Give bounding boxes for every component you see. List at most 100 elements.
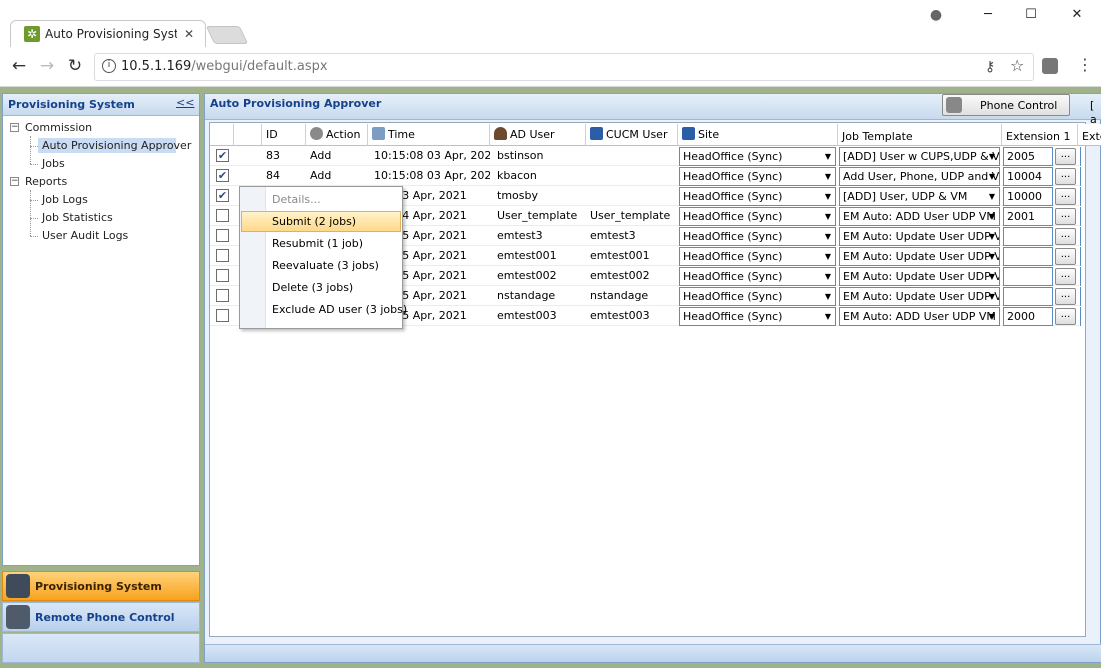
- tree-collapse-icon[interactable]: −: [10, 123, 19, 132]
- col-header-action[interactable]: Action: [306, 124, 368, 146]
- row-checkbox[interactable]: [216, 249, 229, 262]
- extension-2-input-edge[interactable]: [1080, 267, 1083, 286]
- extension-input[interactable]: 10004: [1003, 167, 1053, 186]
- menu-item-reevaluate[interactable]: Reevaluate (3 jobs): [272, 257, 379, 275]
- tree-node-commission[interactable]: Commission: [25, 120, 92, 136]
- job-template-select[interactable]: EM Auto: Update User UDP VM ▼: [839, 287, 1000, 306]
- extension-2-input-edge[interactable]: [1080, 187, 1083, 206]
- site-select[interactable]: HeadOffice (Sync) ▼: [679, 207, 836, 226]
- job-template-select[interactable]: [ADD] User, UDP & VM ▼: [839, 187, 1000, 206]
- job-template-select[interactable]: EM Auto: Update User UDP VM ▼: [839, 247, 1000, 266]
- job-template-select[interactable]: Add User, Phone, UDP and VM ▼: [839, 167, 1000, 186]
- extension-browse-button[interactable]: ...: [1055, 148, 1076, 165]
- col-header-ad-user[interactable]: AD User: [490, 124, 586, 146]
- menu-dots-icon[interactable]: ⋮: [1077, 55, 1093, 75]
- col-header-extension-1[interactable]: Extension 1: [1002, 124, 1078, 146]
- row-checkbox[interactable]: [216, 229, 229, 242]
- close-window-button[interactable]: ✕: [1067, 6, 1087, 24]
- key-icon[interactable]: ⚷: [985, 58, 995, 76]
- job-template-select[interactable]: EM Auto: Update User UDP VM ▼: [839, 227, 1000, 246]
- tree-node-reports[interactable]: Reports: [25, 174, 67, 190]
- collapse-panel-link[interactable]: <<: [176, 96, 194, 110]
- extension-browse-button[interactable]: ...: [1055, 248, 1076, 265]
- site-select[interactable]: HeadOffice (Sync) ▼: [679, 187, 836, 206]
- row-checkbox[interactable]: ✔: [216, 189, 229, 202]
- extension-icon[interactable]: [1042, 58, 1058, 74]
- col-header-cucm-user[interactable]: CUCM User: [586, 124, 678, 146]
- cell-cucm-user: User_template: [590, 209, 671, 222]
- row-checkbox[interactable]: [216, 309, 229, 322]
- site-select[interactable]: HeadOffice (Sync) ▼: [679, 247, 836, 266]
- extension-input[interactable]: 2001: [1003, 207, 1053, 226]
- extension-input[interactable]: 2000: [1003, 307, 1053, 326]
- dropdown-arrow-icon: ▼: [824, 252, 831, 261]
- extension-input[interactable]: [1003, 247, 1053, 266]
- tree-item-job-logs[interactable]: Job Logs: [42, 192, 88, 208]
- extension-2-input-edge[interactable]: [1080, 227, 1083, 246]
- menu-item-submit[interactable]: Submit (2 jobs): [272, 213, 356, 231]
- extension-input[interactable]: [1003, 227, 1053, 246]
- job-template-value: EM Auto: ADD User UDP VM: [843, 210, 996, 223]
- site-select[interactable]: HeadOffice (Sync) ▼: [679, 167, 836, 186]
- row-checkbox[interactable]: [216, 289, 229, 302]
- extension-2-input-edge[interactable]: [1080, 147, 1083, 166]
- tree-item-auto-provisioning-approver[interactable]: Auto Provisioning Approver: [42, 138, 191, 154]
- row-checkbox[interactable]: [216, 209, 229, 222]
- site-select[interactable]: HeadOffice (Sync) ▼: [679, 267, 836, 286]
- row-checkbox[interactable]: ✔: [216, 169, 229, 182]
- maximize-button[interactable]: ☐: [1021, 6, 1041, 24]
- row-checkbox[interactable]: [216, 269, 229, 282]
- job-template-select[interactable]: EM Auto: ADD User UDP VM ▼: [839, 307, 1000, 326]
- col-header-id[interactable]: ID: [262, 124, 306, 146]
- url-text[interactable]: 10.5.1.169/webgui/default.aspx: [121, 57, 328, 77]
- tree-item-job-statistics[interactable]: Job Statistics: [42, 210, 113, 226]
- col-header-time[interactable]: Time: [368, 124, 490, 146]
- extension-browse-button[interactable]: ...: [1055, 188, 1076, 205]
- extension-input[interactable]: [1003, 287, 1053, 306]
- row-checkbox[interactable]: ✔: [216, 149, 229, 162]
- tree-collapse-icon[interactable]: −: [10, 177, 19, 186]
- site-select[interactable]: HeadOffice (Sync) ▼: [679, 287, 836, 306]
- tree-item-jobs[interactable]: Jobs: [42, 156, 65, 172]
- extension-input[interactable]: 2005: [1003, 147, 1053, 166]
- tab-close-icon[interactable]: ✕: [184, 26, 198, 42]
- menu-item-exclude-ad-user[interactable]: Exclude AD user (3 jobs): [272, 301, 407, 319]
- extension-2-input-edge[interactable]: [1080, 167, 1083, 186]
- job-template-select[interactable]: EM Auto: ADD User UDP VM ▼: [839, 207, 1000, 226]
- bookmark-star-icon[interactable]: ☆: [1010, 56, 1024, 76]
- col-header-site[interactable]: Site: [678, 124, 838, 146]
- extension-browse-button[interactable]: ...: [1055, 168, 1076, 185]
- extension-input[interactable]: 10000: [1003, 187, 1053, 206]
- extension-browse-button[interactable]: ...: [1055, 268, 1076, 285]
- cell-time: 10:15:08 03 Apr, 2021: [374, 169, 490, 182]
- col-header-extension-2[interactable]: Exte: [1078, 124, 1101, 146]
- site-select[interactable]: HeadOffice (Sync) ▼: [679, 307, 836, 326]
- extension-2-input-edge[interactable]: [1080, 307, 1083, 326]
- job-template-select[interactable]: EM Auto: Update User UDP VM ▼: [839, 267, 1000, 286]
- extension-browse-button[interactable]: ...: [1055, 288, 1076, 305]
- site-info-icon[interactable]: i: [102, 59, 116, 73]
- dropdown-arrow-icon: ▼: [824, 292, 831, 301]
- extension-browse-button[interactable]: ...: [1055, 308, 1076, 325]
- extension-input[interactable]: [1003, 267, 1053, 286]
- extension-browse-button[interactable]: ...: [1055, 208, 1076, 225]
- tree-item-user-audit-logs[interactable]: User Audit Logs: [42, 228, 128, 244]
- forward-arrow-icon[interactable]: →: [37, 56, 57, 76]
- cell-cucm-user: nstandage: [590, 289, 649, 302]
- extension-2-input-edge[interactable]: [1080, 247, 1083, 266]
- job-template-value: EM Auto: Update User UDP VM: [843, 290, 1000, 303]
- job-template-select[interactable]: [ADD] User w CUPS,UDP & VM ▼: [839, 147, 1000, 166]
- menu-item-delete[interactable]: Delete (3 jobs): [272, 279, 353, 297]
- menu-item-resubmit[interactable]: Resubmit (1 job): [272, 235, 363, 253]
- extension-browse-button[interactable]: ...: [1055, 228, 1076, 245]
- reload-icon[interactable]: ↻: [65, 56, 85, 76]
- extension-2-input-edge[interactable]: [1080, 207, 1083, 226]
- minimize-button[interactable]: ─: [978, 6, 998, 24]
- site-select[interactable]: HeadOffice (Sync) ▼: [679, 147, 836, 166]
- extension-2-input-edge[interactable]: [1080, 287, 1083, 306]
- site-select[interactable]: HeadOffice (Sync) ▼: [679, 227, 836, 246]
- back-arrow-icon[interactable]: ←: [9, 56, 29, 76]
- menu-item-details[interactable]: Details...: [272, 191, 321, 209]
- profile-icon[interactable]: ●: [926, 6, 946, 24]
- col-header-job-template[interactable]: Job Template: [838, 124, 1002, 146]
